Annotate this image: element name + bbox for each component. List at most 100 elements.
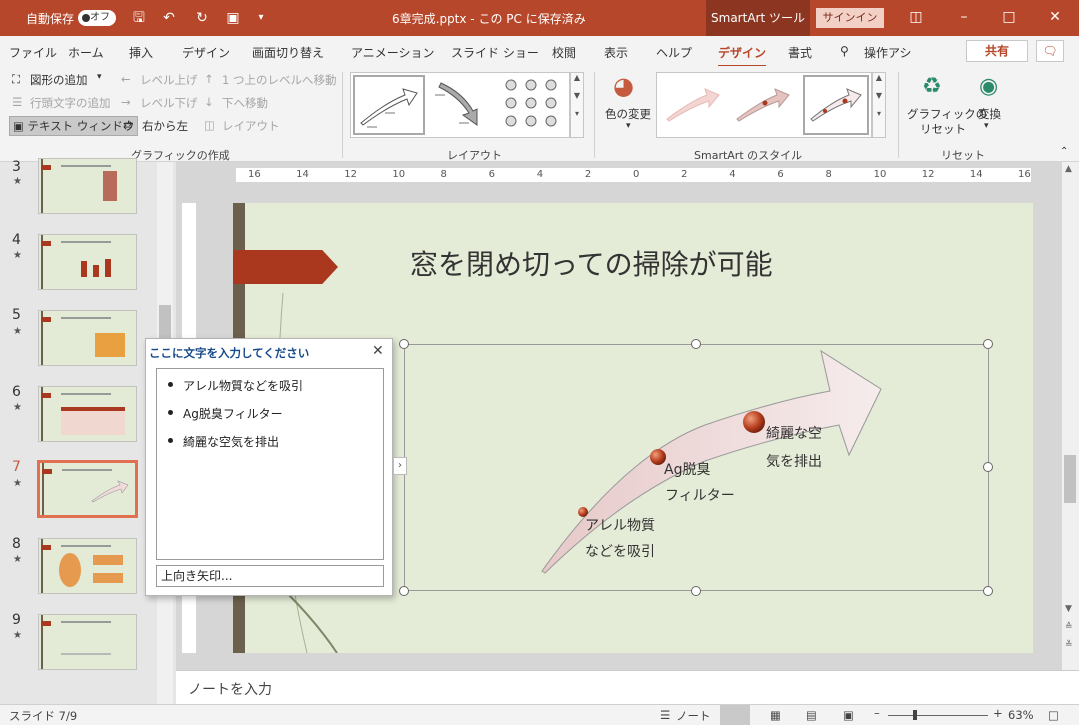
smartart-label-1b[interactable]: などを吸引 [585,541,655,561]
layout-button[interactable]: レイアウト [222,118,280,134]
zoom-slider-thumb[interactable] [913,710,917,720]
style-flat[interactable] [661,75,727,135]
slide-thumbnail-7[interactable] [37,460,138,518]
slide-thumbnail-3[interactable] [38,158,137,214]
search-icon[interactable]: ⚲ [840,44,849,58]
chevron-down-icon[interactable]: ▾ [984,121,989,131]
editor-scrollbar[interactable]: ▲ ▼ ≙ ≚ [1062,162,1079,670]
signin-button[interactable]: サインイン [816,8,884,28]
layouts-gallery-scroll[interactable]: ▲ ▼ ▾ [570,72,584,138]
text-pane-item[interactable]: 綺麗な空気を排出 [167,433,279,450]
slide-thumbnail-4[interactable] [38,234,137,290]
tab-insert[interactable]: 挿入 [129,44,153,61]
normal-view-icon[interactable] [720,705,750,725]
style-subtle[interactable] [731,75,799,135]
comments-icon[interactable]: 🗨 [1036,40,1064,62]
previous-slide-icon[interactable]: ≙ [1065,622,1073,632]
resize-handle[interactable] [983,339,993,349]
scroll-up-icon[interactable]: ▲ [1065,164,1072,174]
tab-format[interactable]: 書式 [788,44,812,61]
promote-button[interactable]: レベル上げ [140,72,198,88]
undo-icon[interactable]: ↶ [160,9,178,27]
zoom-level[interactable]: 63% [1008,708,1034,722]
demote-button[interactable]: レベル下げ [140,95,198,111]
text-pane-editor[interactable]: アレル物質などを吸引 Ag脱臭フィルター 綺麗な空気を排出 [156,368,384,560]
smartart-graphic[interactable]: アレル物質 などを吸引 Ag脱臭 フィルター 綺麗な空 気を排出 [404,344,989,591]
next-slide-icon[interactable]: ≚ [1065,640,1073,650]
notes-pane[interactable]: ノートを入力 [176,670,1079,704]
slideshow-icon[interactable]: ▣ [843,708,854,722]
smartart-label-3a[interactable]: 綺麗な空 [766,423,822,443]
tab-smartart-design[interactable]: デザイン [718,44,767,67]
layout-upward-arrow[interactable] [353,75,425,135]
resize-handle[interactable] [399,586,409,596]
slide-sorter-icon[interactable]: ▦ [770,708,781,722]
add-bullet-button[interactable]: 行頭文字の追加 [30,95,111,111]
save-icon[interactable]: 🖫 [130,9,148,27]
tab-home[interactable]: ホーム [68,44,104,61]
fit-to-window-icon[interactable]: □ [1048,708,1059,722]
resize-handle[interactable] [399,339,409,349]
smartart-label-2a[interactable]: Ag脱臭 [664,459,710,479]
scroll-down-icon[interactable]: ▼ [1065,604,1072,614]
smartart-label-3b[interactable]: 気を排出 [766,451,822,471]
reset-graphic-button-line2[interactable]: リセット [920,121,966,137]
smartart-label-2b[interactable]: フィルター [665,485,735,505]
style-3d-selected[interactable] [803,75,869,135]
text-pane-item[interactable]: アレル物質などを吸引 [167,377,303,394]
zoom-out-icon[interactable]: – [874,706,880,720]
convert-button[interactable]: 変換 [978,106,1001,122]
tab-file[interactable]: ファイル [9,44,57,61]
slide-title[interactable]: 窓を閉め切っての掃除が可能 [410,243,773,283]
redo-icon[interactable]: ↻ [193,9,211,27]
tab-review[interactable]: 校閲 [552,44,576,61]
minimize-icon[interactable]: – [950,6,978,28]
resize-handle[interactable] [983,586,993,596]
zoom-slider[interactable] [888,715,988,716]
add-shape-button[interactable]: 図形の追加 [30,72,88,88]
notes-toggle[interactable]: ノート [676,708,711,724]
share-button[interactable]: 共有 [966,40,1028,62]
text-pane-button[interactable]: ▣ テキスト ウィンドウ [9,116,139,136]
tab-design[interactable]: デザイン [182,44,230,61]
change-colors-button[interactable]: 色の変更 [605,106,651,122]
editor-scroll-thumb[interactable] [1064,455,1076,503]
autosave-toggle[interactable]: オフ [78,10,116,26]
move-up-button[interactable]: 1 つ上のレベルへ移動 [222,72,336,88]
present-icon[interactable]: ▣ [224,9,242,27]
close-icon[interactable]: ✕ [1041,6,1069,28]
slide-thumbnail-6[interactable] [38,386,137,442]
text-pane-item[interactable]: Ag脱臭フィルター [168,405,283,422]
tab-help[interactable]: ヘルプ [656,44,692,61]
ribbon-display-icon[interactable]: ◫ [902,6,930,28]
tab-slideshow[interactable]: スライド ショー [451,44,539,61]
right-to-left-button[interactable]: 右から左 [142,118,188,134]
customize-qat-icon[interactable]: ▾ [252,9,270,27]
slide-thumbnail-8[interactable] [38,538,137,594]
collapse-ribbon-icon[interactable]: ⌃ [1060,146,1068,157]
zoom-in-icon[interactable]: + [993,706,1003,720]
create-graphic-group-label: グラフィックの作成 [131,149,230,162]
layout-circle-grid[interactable] [499,75,565,135]
styles-gallery-scroll[interactable]: ▲ ▼ ▾ [872,72,886,138]
tab-transitions[interactable]: 画面切り替え [252,44,324,61]
resize-handle[interactable] [691,339,701,349]
layout-downward-arrow[interactable] [429,75,495,135]
resize-handle[interactable] [691,586,701,596]
reset-graphic-button-line1[interactable]: グラフィックの [907,106,987,122]
tell-me-input[interactable]: 操作アシ [864,44,912,61]
smartart-label-1a[interactable]: アレル物質 [585,515,655,535]
maximize-icon[interactable]: □ [995,6,1023,28]
chevron-right-icon[interactable]: › [393,457,407,475]
layout-description-link[interactable]: 上向き矢印... [156,565,384,587]
close-icon[interactable]: ✕ [372,343,384,359]
slide-thumbnail-5[interactable] [38,310,137,366]
slide-thumbnail-9[interactable] [38,614,137,670]
chevron-down-icon[interactable]: ▾ [626,121,631,131]
chevron-down-icon[interactable]: ▾ [97,72,102,82]
tab-view[interactable]: 表示 [604,44,628,61]
move-down-button[interactable]: 下へ移動 [222,95,268,111]
resize-handle[interactable] [983,462,993,472]
reading-view-icon[interactable]: ▤ [806,708,817,722]
tab-animations[interactable]: アニメーション [351,44,435,61]
